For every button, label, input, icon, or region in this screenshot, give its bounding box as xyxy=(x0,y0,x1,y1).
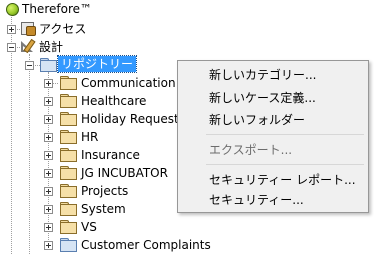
expand-plus-icon[interactable] xyxy=(44,205,53,214)
tree-node-root[interactable]: Therefore™ xyxy=(0,0,120,18)
menu-item-new-category[interactable]: 新しいカテゴリー... xyxy=(180,66,366,84)
expand-plus-icon[interactable] xyxy=(44,187,53,196)
folder-icon xyxy=(40,58,57,72)
design-tools-icon xyxy=(20,38,36,54)
menu-item-new-case-definition[interactable]: 新しいケース定義... xyxy=(180,89,366,107)
collapse-minus-icon[interactable] xyxy=(25,61,34,70)
expand-plus-icon[interactable] xyxy=(44,241,53,250)
folder-icon xyxy=(60,220,77,234)
folder-icon xyxy=(60,112,77,126)
tree-node-label: VS xyxy=(81,220,97,234)
context-menu: 新しいカテゴリー... 新しいケース定義... 新しいフォルダー エクスポート.… xyxy=(177,60,369,213)
expand-plus-icon[interactable] xyxy=(44,133,53,142)
menu-item-export: エクスポート... xyxy=(209,143,293,157)
menu-item-security[interactable]: セキュリティー... xyxy=(180,191,366,209)
folder-icon xyxy=(60,166,77,180)
tree-node-label: Insurance xyxy=(81,148,140,162)
expand-plus-icon[interactable] xyxy=(44,223,53,232)
tree-node-repository[interactable]: リポジトリー xyxy=(0,55,140,74)
menu-item-security-report[interactable]: セキュリティー レポート... xyxy=(180,171,366,189)
expand-plus-icon[interactable] xyxy=(44,169,53,178)
access-key-icon xyxy=(20,21,36,36)
folder-icon xyxy=(60,76,77,90)
menu-item-new-folder[interactable]: 新しいフォルダー xyxy=(180,111,366,129)
case-folder-icon xyxy=(60,238,77,252)
tree-node-label: Customer Complaints xyxy=(81,238,211,252)
tree-node-folder[interactable]: VS xyxy=(0,218,180,236)
folder-icon xyxy=(60,148,77,162)
expand-plus-icon[interactable] xyxy=(44,151,53,160)
tree-node-folder[interactable]: Customer Complaints xyxy=(0,236,220,254)
therefore-logo-icon xyxy=(6,3,19,16)
tree-node-folder[interactable]: Communication xyxy=(0,74,180,92)
tree-node-access[interactable]: アクセス xyxy=(0,20,120,38)
folder-icon xyxy=(60,184,77,198)
tree-node-label: アクセス xyxy=(39,22,87,36)
expand-plus-icon[interactable] xyxy=(7,25,16,34)
folder-icon xyxy=(60,94,77,108)
tree-node-design[interactable]: 設計 xyxy=(0,38,120,56)
expand-plus-icon[interactable] xyxy=(44,79,53,88)
tree-node-label-selected: リポジトリー xyxy=(56,55,138,73)
tree-node-folder[interactable]: Insurance xyxy=(0,146,180,164)
tree-node-folder[interactable]: Healthcare xyxy=(0,92,180,110)
tree-node-folder[interactable]: System xyxy=(0,200,180,218)
collapse-minus-icon[interactable] xyxy=(7,43,16,52)
tree-node-folder[interactable]: JG INCUBATOR xyxy=(0,164,180,182)
expand-plus-icon[interactable] xyxy=(44,115,53,124)
folder-icon xyxy=(60,130,77,144)
folder-icon xyxy=(60,202,77,216)
expand-plus-icon[interactable] xyxy=(44,97,53,106)
tree-node-label: 設計 xyxy=(39,40,64,54)
tree-node-folder[interactable]: Holiday Requests xyxy=(0,110,185,128)
tree-node-label: Healthcare xyxy=(81,94,147,108)
tree-node-folder[interactable]: HR xyxy=(0,128,180,146)
tree-node-label: Therefore™ xyxy=(22,2,92,16)
tree-node-label: Projects xyxy=(81,184,129,198)
menu-separator xyxy=(206,164,364,165)
tree-node-label: Holiday Requests xyxy=(81,112,185,126)
menu-separator xyxy=(206,134,364,135)
tree-node-label: HR xyxy=(81,130,99,144)
tree-node-label: System xyxy=(81,202,126,216)
tree-node-folder[interactable]: Projects xyxy=(0,182,180,200)
tree-node-label: Communication xyxy=(81,76,176,90)
tree-node-label: JG INCUBATOR xyxy=(81,166,168,180)
